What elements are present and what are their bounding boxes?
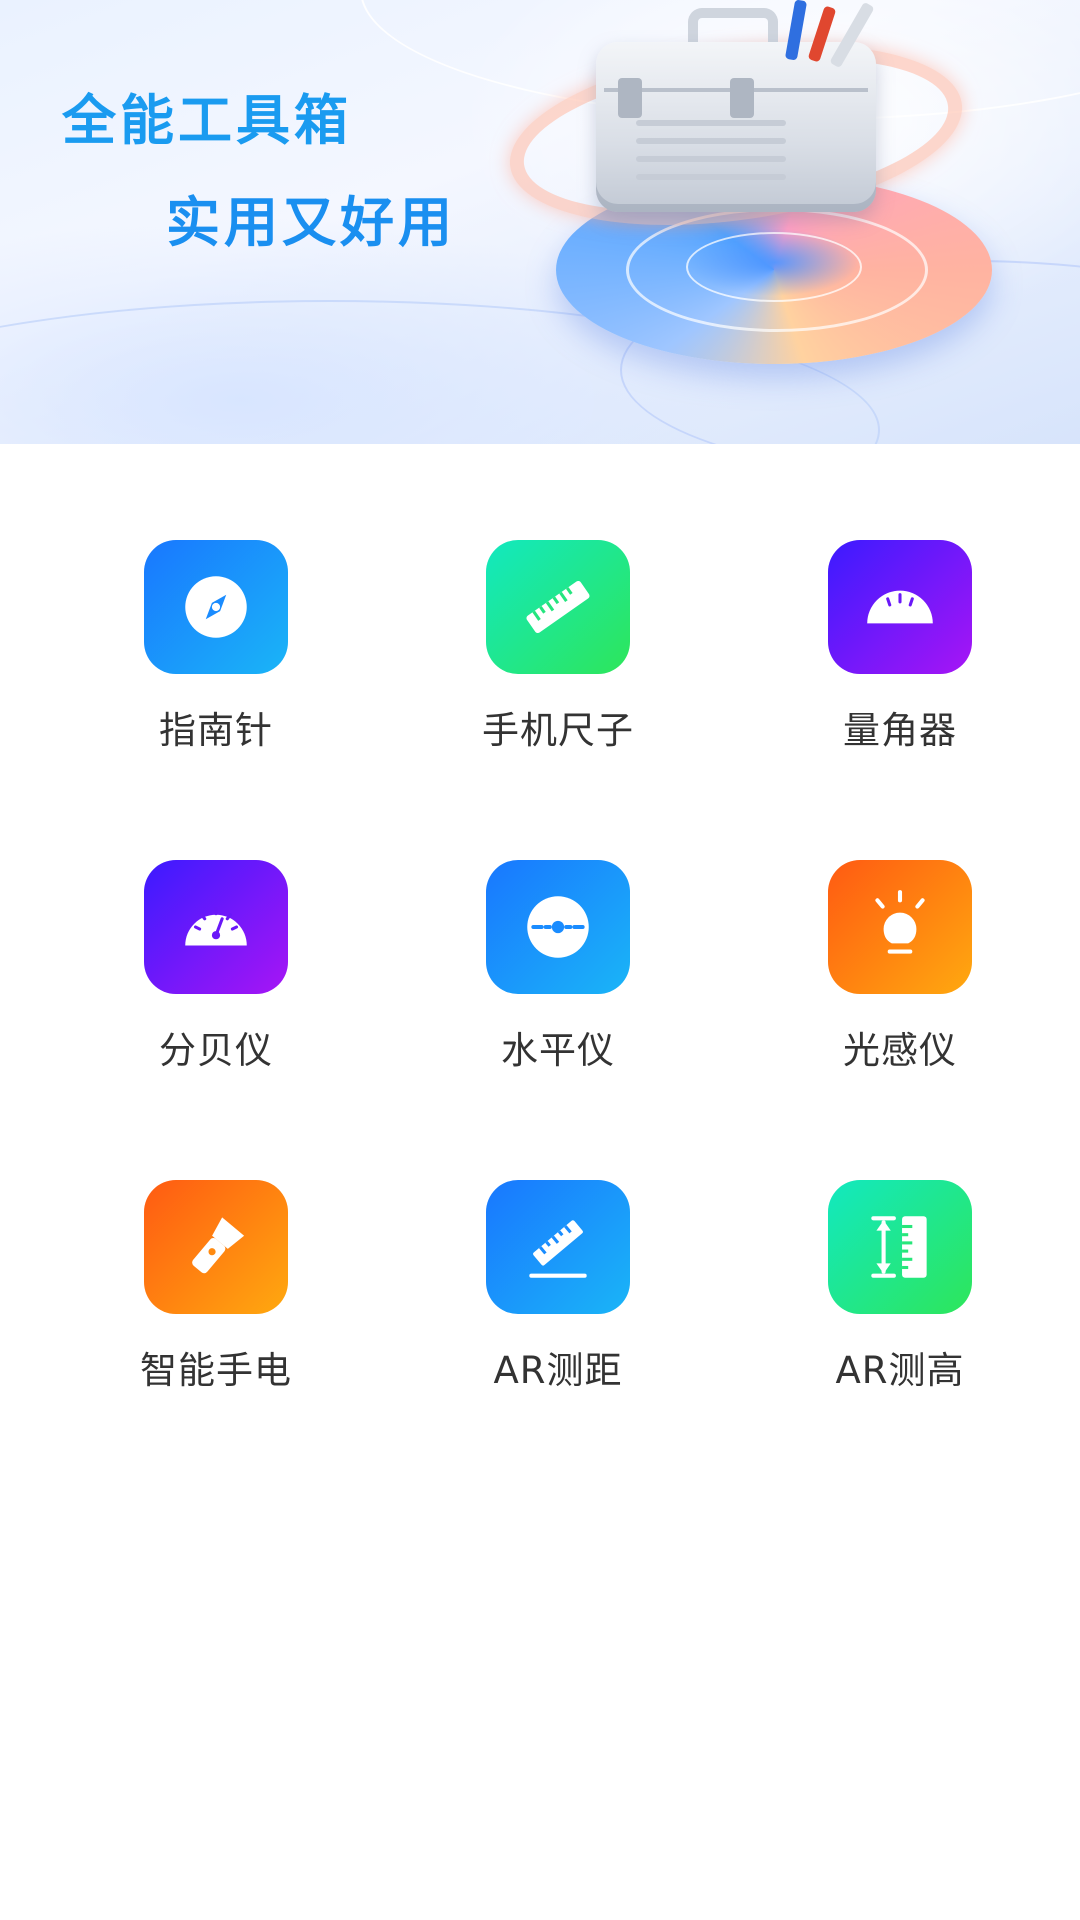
tool-decibel-meter[interactable]: 分贝仪: [116, 860, 316, 1074]
tool-label: AR测高: [835, 1349, 965, 1392]
tool-ar-height[interactable]: AR测高: [800, 1180, 1000, 1394]
tool-label: 光感仪: [843, 1029, 957, 1072]
tool-label: 智能手电: [140, 1349, 292, 1392]
tool-label: AR测距: [493, 1349, 623, 1392]
ar-height-icon: [828, 1180, 972, 1314]
compass-icon: [144, 540, 288, 674]
tool-label: 指南针: [159, 709, 273, 752]
tool-compass[interactable]: 指南针: [116, 540, 316, 754]
tool-label: 手机尺子: [482, 709, 634, 752]
tool-ar-distance[interactable]: AR测距: [458, 1180, 658, 1394]
hero-banner: 全能工具箱 实用又好用: [0, 0, 1080, 444]
tool-label: 水平仪: [501, 1029, 615, 1072]
tool-spirit-level[interactable]: 水平仪: [458, 860, 658, 1074]
tool-label: 分贝仪: [159, 1029, 273, 1072]
banner-subtitle: 实用又好用: [166, 191, 456, 254]
ar-distance-icon: [486, 1180, 630, 1314]
light-bulb-icon: [828, 860, 972, 994]
tool-label: 量角器: [843, 709, 957, 752]
flashlight-icon: [144, 1180, 288, 1314]
toolbox-illustration: [596, 42, 876, 212]
level-icon: [486, 860, 630, 994]
tool-light-meter[interactable]: 光感仪: [800, 860, 1000, 1074]
tool-protractor[interactable]: 量角器: [800, 540, 1000, 754]
decibel-gauge-icon: [144, 860, 288, 994]
banner-title: 全能工具箱: [62, 89, 352, 152]
tool-phone-ruler[interactable]: 手机尺子: [458, 540, 658, 754]
protractor-icon: [828, 540, 972, 674]
tool-flashlight[interactable]: 智能手电: [116, 1180, 316, 1394]
ruler-icon: [486, 540, 630, 674]
